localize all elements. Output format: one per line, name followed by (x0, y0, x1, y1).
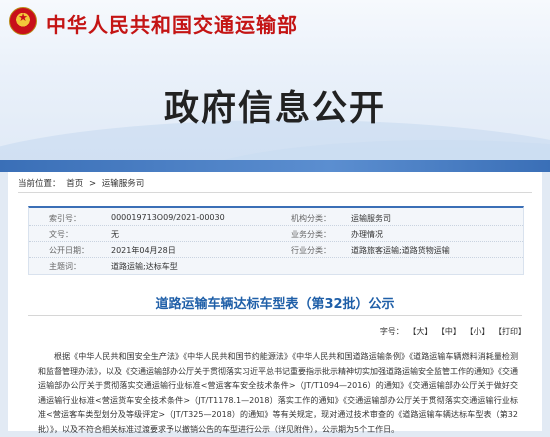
breadcrumb-prefix: 当前位置： (18, 179, 61, 189)
index-value: 000019713O09/2021-00030 (111, 213, 225, 222)
keywords-value: 道路运输;达标车型 (111, 262, 178, 271)
article-body: 根据《中华人民共和国安全生产法》《中华人民共和国节约能源法》《中华人民共和国道路… (38, 352, 518, 434)
metadata-row: 公开日期： 2021年04月28日 行业分类： 道路旅客运输;道路货物运输 (29, 241, 523, 258)
divider (18, 192, 532, 193)
font-large-button[interactable]: 【大】 (408, 327, 432, 336)
article-title: 道路运输车辆达标车型表（第32批）公示 (155, 297, 395, 312)
publish-date-value: 2021年04月28日 (111, 246, 176, 255)
metadata-table: 索引号： 000019713O09/2021-00030 机构分类： 运输服务司… (28, 206, 524, 275)
breadcrumb: 当前位置： 首页 > 运输服务司 (18, 177, 147, 189)
industry-label: 行业分类： (291, 246, 331, 255)
breadcrumb-link-home[interactable]: 首页 (66, 179, 83, 189)
agency-label: 机构分类： (291, 214, 331, 223)
banner-bottom-bar (0, 160, 550, 172)
agency-value: 运输服务司 (351, 214, 391, 223)
metadata-row: 文号： 无 业务分类： 办理情况 (29, 225, 523, 242)
print-button[interactable]: 【打印】 (494, 327, 526, 336)
breadcrumb-separator: > (88, 179, 97, 189)
industry-value: 道路旅客运输;道路货物运输 (351, 246, 450, 255)
doc-number-value: 无 (111, 230, 119, 239)
doc-number-label: 文号： (49, 230, 73, 239)
font-size-label: 字号： (379, 327, 404, 336)
font-medium-button[interactable]: 【中】 (437, 327, 461, 336)
divider (28, 315, 522, 316)
font-small-button[interactable]: 【小】 (465, 327, 489, 336)
business-value: 办理情况 (351, 230, 383, 239)
page-heading: 政府信息公开 (163, 89, 386, 129)
publish-date-label: 公开日期： (49, 246, 89, 255)
content-card: 当前位置： 首页 > 运输服务司 索引号： 000019713O09/2021-… (8, 172, 542, 434)
national-emblem-icon (9, 7, 37, 35)
site-title[interactable]: 中华人民共和国交通运输部 (46, 9, 298, 38)
business-label: 业务分类： (291, 230, 331, 239)
font-size-controls: 字号： 【大】 【中】 【小】 【打印】 (380, 326, 526, 337)
index-label: 索引号： (49, 214, 81, 223)
header-banner: 中华人民共和国交通运输部 政府信息公开 (0, 0, 550, 172)
keywords-label: 主题词： (49, 262, 81, 271)
metadata-row: 索引号： 000019713O09/2021-00030 机构分类： 运输服务司 (29, 209, 523, 226)
metadata-row: 主题词： 道路运输;达标车型 (29, 257, 523, 273)
breadcrumb-link-department[interactable]: 运输服务司 (102, 179, 145, 189)
